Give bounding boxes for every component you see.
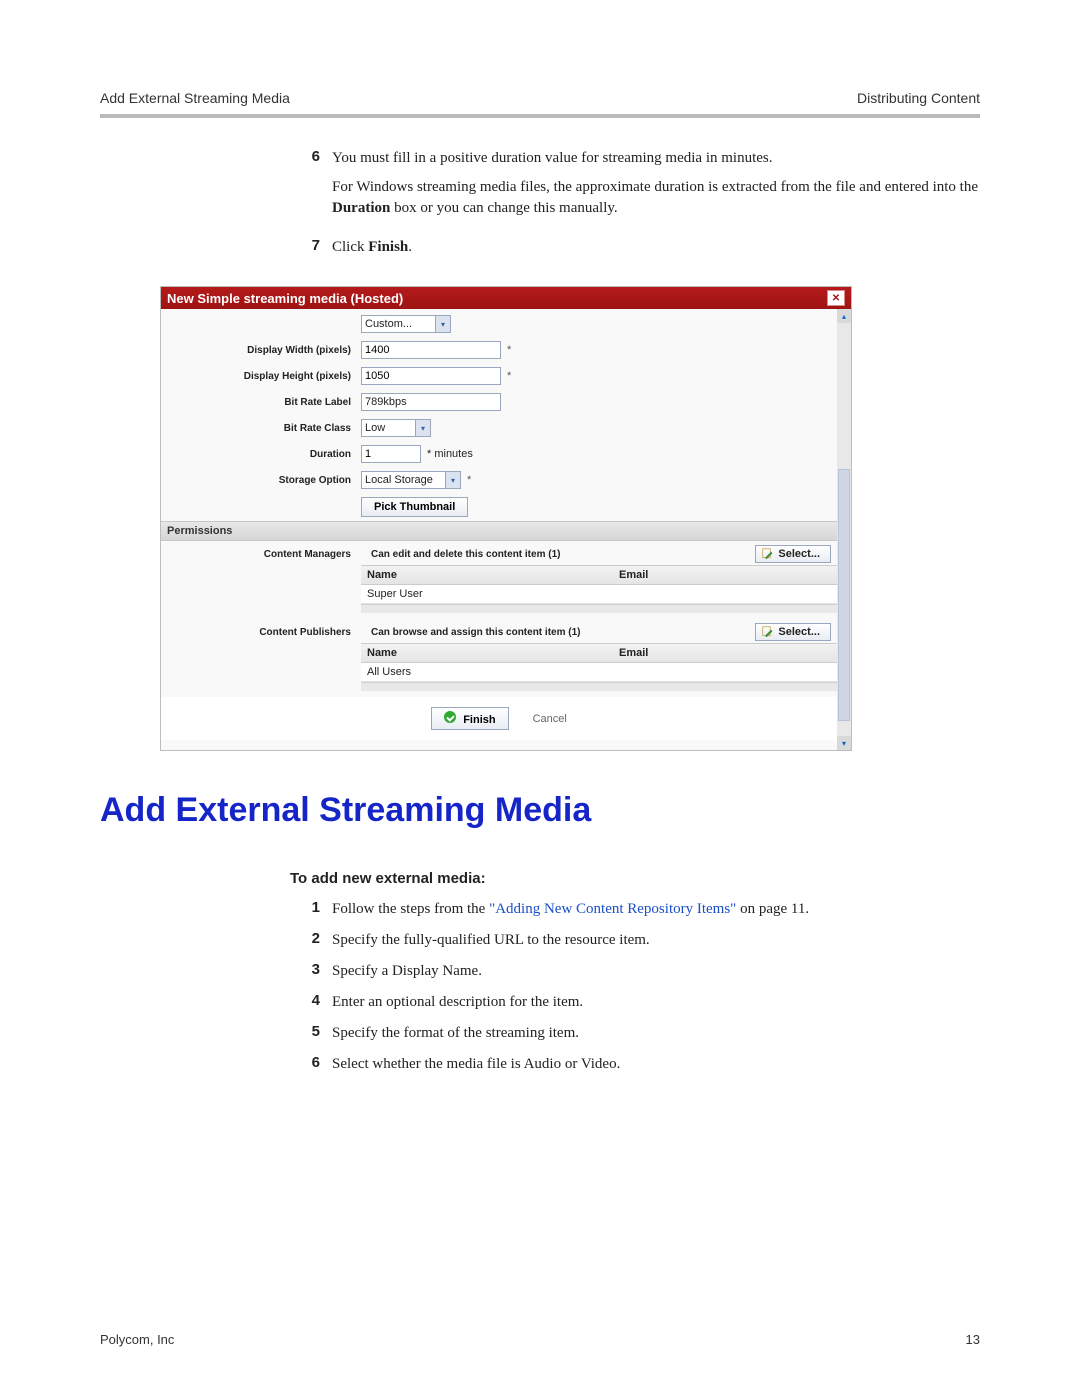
managers-desc: Can edit and delete this content item (1… [371,549,755,560]
asterisk-icon: * [507,344,511,356]
dialog-titlebar: New Simple streaming media (Hosted) ✕ [161,287,851,309]
step-text: Click Finish. [332,237,412,258]
step-number: 2 [290,930,320,951]
height-input[interactable] [361,367,501,385]
page-number: 13 [966,1332,980,1347]
bitrate-label-value: 789kbps [361,393,501,411]
header-right: Distributing Content [857,90,980,106]
cross-ref-link[interactable]: "Adding New Content Repository Items" [489,901,736,917]
scrollbar[interactable]: ▴ ▾ [837,309,851,750]
check-circle-icon [444,711,456,723]
content-managers-label: Content Managers [161,549,361,560]
header-rule [100,114,980,118]
storage-label: Storage Option [161,475,361,486]
table-row: All Users [361,663,837,682]
close-icon[interactable]: ✕ [827,290,845,306]
edit-icon [762,626,774,638]
page-footer: Polycom, Inc 13 [100,1332,980,1347]
header-left: Add External Streaming Media [100,90,290,106]
content-publishers-label: Content Publishers [161,627,361,638]
dialog-title: New Simple streaming media (Hosted) [167,291,403,306]
cancel-link[interactable]: Cancel [533,713,567,725]
chevron-down-icon: ▾ [445,472,460,488]
col-name-header: Name [361,644,613,662]
permissions-header: Permissions [161,521,837,541]
managers-select-button[interactable]: Select... [755,545,831,563]
asterisk-icon: * [467,474,471,486]
row-name: All Users [361,663,613,681]
step-number: 4 [290,992,320,1013]
storage-dropdown[interactable]: Local Storage ▾ [361,471,461,489]
duration-label: Duration [161,449,361,460]
bitrate-class-value: Low [365,422,385,434]
bitrate-class-dropdown[interactable]: Low ▾ [361,419,431,437]
step-body: Specify a Display Name. [320,961,482,982]
bitrate-class-label: Bit Rate Class [161,423,361,434]
select-label: Select... [778,548,820,560]
scroll-down-icon[interactable]: ▾ [837,736,851,750]
step-body: Click Finish. [320,237,412,266]
step-body: You must fill in a positive duration val… [320,148,980,227]
publishers-table: Name Email All Users [361,643,837,682]
dialog-window: New Simple streaming media (Hosted) ✕ ▴ … [160,286,852,751]
pick-thumbnail-button[interactable]: Pick Thumbnail [361,497,468,517]
bitrate-label-label: Bit Rate Label [161,397,361,408]
select-label: Select... [778,626,820,638]
height-label: Display Height (pixels) [161,371,361,382]
finish-button[interactable]: Finish [431,707,508,730]
page-header: Add External Streaming Media Distributin… [100,90,980,106]
sub-heading: To add new external media: [290,870,980,887]
step-number: 7 [290,237,320,266]
col-name-header: Name [361,566,613,584]
step-text: For Windows streaming media files, the a… [332,177,980,219]
step-number: 5 [290,1023,320,1044]
asterisk-icon: * [507,370,511,382]
col-email-header: Email [613,566,837,584]
col-email-header: Email [613,644,837,662]
edit-icon [762,548,774,560]
publishers-select-button[interactable]: Select... [755,623,831,641]
step-body: Enter an optional description for the it… [320,992,583,1013]
step-number: 6 [290,1054,320,1075]
width-label: Display Width (pixels) [161,345,361,356]
row-email [613,585,837,603]
step-number: 6 [290,148,320,227]
step-number: 1 [290,899,320,920]
step-text: You must fill in a positive duration val… [332,148,980,169]
step-body: Specify the fully-qualified URL to the r… [320,930,650,951]
step-number: 3 [290,961,320,982]
lower-steps: 1Follow the steps from the "Adding New C… [290,899,980,1075]
video-size-value: Custom... [365,318,412,330]
storage-value: Local Storage [365,474,433,486]
section-title: Add External Streaming Media [100,791,980,830]
row-name: Super User [361,585,613,603]
step-body: Select whether the media file is Audio o… [320,1054,620,1075]
chevron-down-icon: ▾ [415,420,430,436]
row-email [613,663,837,681]
table-row: Super User [361,585,837,604]
finish-label: Finish [463,714,495,726]
video-size-dropdown[interactable]: Custom... ▾ [361,315,451,333]
spacer [361,604,837,613]
footer-left: Polycom, Inc [100,1332,174,1347]
step-body: Follow the steps from the "Adding New Co… [320,899,809,920]
duration-unit: * minutes [427,448,473,460]
duration-input[interactable] [361,445,421,463]
scroll-up-icon[interactable]: ▴ [837,309,851,323]
upper-steps: 6 You must fill in a positive duration va… [100,148,980,266]
publishers-desc: Can browse and assign this content item … [371,627,755,638]
spacer [361,682,837,691]
managers-table: Name Email Super User [361,565,837,604]
step-body: Specify the format of the streaming item… [320,1023,579,1044]
width-input[interactable] [361,341,501,359]
scroll-thumb[interactable] [838,469,850,721]
chevron-down-icon: ▾ [435,316,450,332]
